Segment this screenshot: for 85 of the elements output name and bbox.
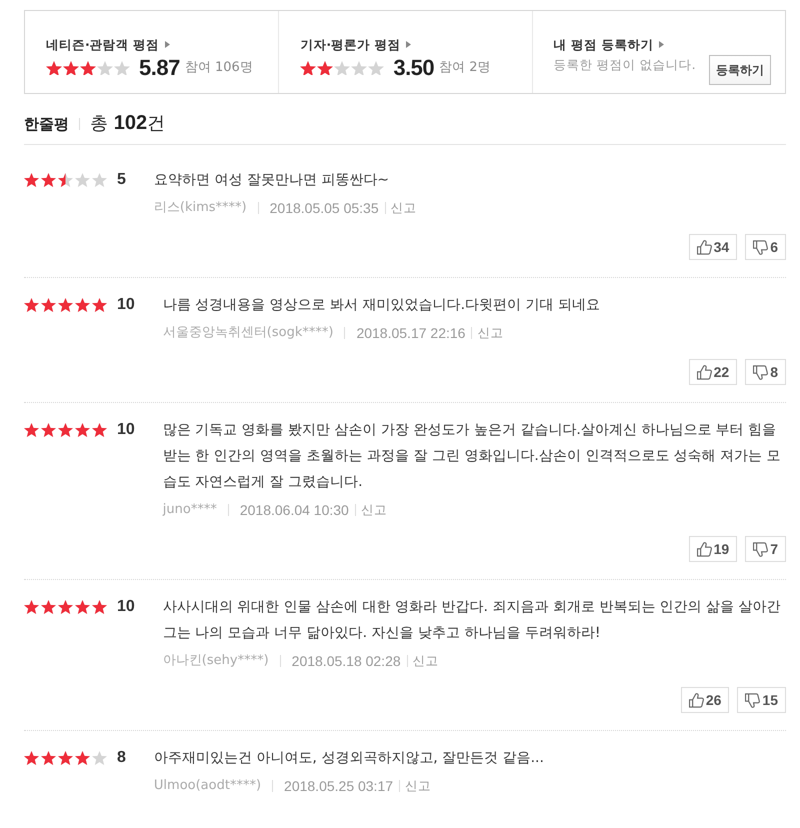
star-icon [92,422,107,438]
star-icon [63,60,79,76]
average-score: 5.87 [139,55,180,81]
author-name: 아나킨(sehy****) [162,652,269,670]
author-name: Ulmoo(aodt****) [154,777,262,795]
author-name: 서울중앙녹취센터(sogk****) [162,324,334,342]
star-icon [92,600,107,614]
average-score: 3.50 [393,55,434,81]
review-score: 10 [117,597,135,617]
star-icon [351,60,368,76]
review-count: 총 102건 [90,111,166,136]
review-date: 2018.05.18 02:28 [292,652,401,671]
star-icon [24,172,39,188]
like-button[interactable]: 26 [680,687,730,713]
dislike-button[interactable]: 7 [745,536,786,562]
star-icon [24,298,39,312]
review-score: 10 [117,295,135,315]
review-text: 아주재미있는건 아니여도, 성경외곡하지않고, 잘만든것 같음... [154,749,545,768]
register-button[interactable]: 등록하기 [708,55,771,85]
star-icon [80,60,96,76]
review-text: 많은 기독교 영화를 봤지만 삼손이 가장 완성도가 높은거 같습니다.살아계신 하나님으로 부터 힘을 받는 한 인간의 영역을 초월하는 과정을 잘 그린 영화입니다.삼손이 인격적으로도 성숙해 져가는 모습도 자연스럽게 잘 그렸습니다. [162,421,782,492]
thumbs-down-icon [753,364,768,380]
author-name: juno**** [162,501,217,519]
caret-right-icon [659,41,664,48]
star-icon [24,422,39,438]
star-icon [75,750,90,766]
star-icon [317,60,334,76]
star-icon [24,600,39,614]
star-icon [46,60,62,76]
star-icon [58,750,73,766]
star-icon [41,172,56,188]
star-icon [97,60,113,76]
participant-count: 참여 2명 [439,59,491,77]
review-score: 5 [117,170,126,190]
star-icon [75,422,90,438]
dislike-button[interactable]: 8 [745,359,786,385]
star-icon [58,422,73,438]
star-icon [75,600,90,614]
review-text: 나름 성경내용을 영상으로 봐서 재미있었습니다.다윗편이 기대 되네요 [162,296,601,315]
star-icon [114,60,130,76]
rating-category-link[interactable]: 네티즌·관람객 평점 [46,37,170,53]
review-text: 사사시대의 위대한 인물 삼손에 대한 영화라 반갑다. 죄지음과 회개로 반복되는 인간의 삶을 살아간 그는 나의 모습과 너무 닮아있다. 자신을 낮추고 하나님을 두려워하라! [162,598,782,643]
thumbs-down-icon [753,542,768,556]
star-icon [58,172,73,188]
star-icon [75,298,90,312]
review-date: 2018.05.25 03:17 [284,777,394,796]
review-date: 2018.05.05 05:35 [270,199,379,218]
star-icon [58,600,73,614]
author-name: 리스(kims****) [154,199,247,217]
empty-rating-message: 등록한 평점이 없습니다. [554,56,696,74]
review-score: 10 [117,420,135,440]
star-icon [41,750,56,766]
thumbs-down-icon [745,692,760,708]
thumbs-up-icon [696,240,712,254]
section-title: 한줄평 [24,114,69,135]
review-score: 8 [117,748,126,768]
like-button[interactable]: 22 [688,359,738,385]
star-icon [24,750,39,766]
star-icon [92,172,107,188]
star-icon [92,750,107,766]
star-icon [75,172,90,188]
dislike-button[interactable]: 15 [737,687,786,713]
thumbs-down-icon [753,240,768,254]
star-icon [300,60,316,76]
like-button[interactable]: 19 [688,536,738,562]
caret-right-icon [406,41,412,48]
star-icon [41,422,56,438]
star-icon [92,298,107,312]
like-button[interactable]: 34 [688,234,738,260]
review-text: 요약하면 여성 잘못만나면 피똥싼다~ [154,171,390,190]
review-date: 2018.05.17 22:16 [356,324,466,343]
thumbs-up-icon [696,364,712,380]
caret-right-icon [165,41,170,48]
star-icon [334,60,350,76]
thumbs-up-icon [696,542,712,556]
rating-category-link[interactable]: 기자·평론가 평점 [300,37,412,53]
star-icon [41,600,56,614]
star-icon [368,60,384,76]
star-icon [58,298,73,312]
participant-count: 참여 106명 [184,59,253,77]
thumbs-up-icon [688,692,704,708]
star-icon [41,298,56,312]
review-date: 2018.06.04 10:30 [240,501,349,520]
rating-register-link[interactable]: 내 평점 등록하기 [554,37,664,53]
dislike-button[interactable]: 6 [745,234,786,260]
